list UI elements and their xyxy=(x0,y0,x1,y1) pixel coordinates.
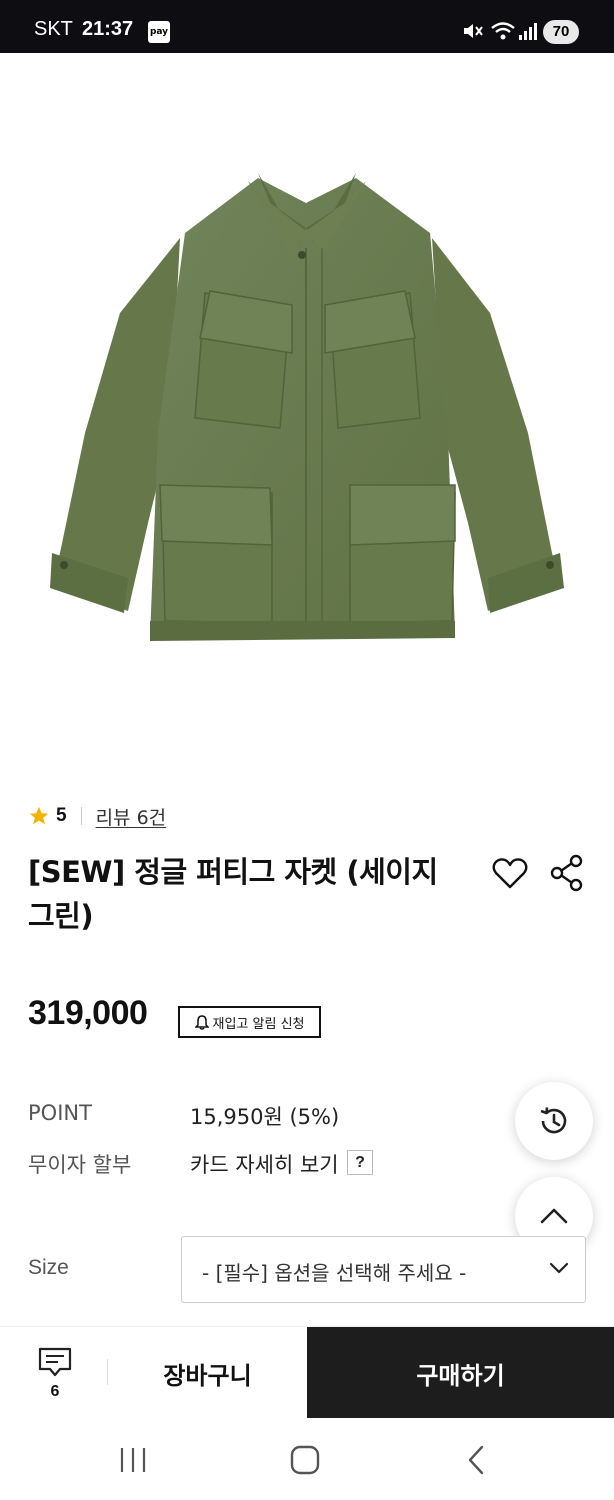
back-icon[interactable] xyxy=(466,1445,486,1475)
restock-label: 재입고 알림 신청 xyxy=(212,1016,305,1032)
pay-icon: pay xyxy=(148,21,170,43)
comment-icon xyxy=(38,1347,72,1377)
size-label: Size xyxy=(28,1256,69,1279)
mute-icon xyxy=(464,24,483,38)
product-title: [SEW] 정글 퍼티그 자켓 (세이지 그린) xyxy=(28,855,438,933)
star-icon xyxy=(29,806,49,825)
status-bar: SKT 21:37 pay 70 xyxy=(0,0,614,53)
wifi-icon xyxy=(491,22,515,40)
rating-score: 5 xyxy=(56,805,67,826)
battery-indicator: 70 xyxy=(543,20,579,44)
recently-viewed-button[interactable] xyxy=(515,1082,593,1160)
product-image[interactable] xyxy=(0,53,614,770)
size-select-placeholder: - [필수] 옵션을 선택해 주세요 - xyxy=(202,1261,467,1285)
history-icon xyxy=(540,1107,567,1134)
size-select[interactable]: - [필수] 옵션을 선택해 주세요 - xyxy=(181,1236,586,1303)
signal-icon xyxy=(519,23,537,40)
share-button[interactable] xyxy=(548,853,586,893)
point-label: POINT xyxy=(28,1101,92,1125)
bell-icon xyxy=(194,1014,209,1030)
carrier-label: SKT xyxy=(34,18,73,40)
installment-label: 무이자 할부 xyxy=(28,1153,132,1177)
restock-alert-button[interactable]: 재입고 알림 신청 xyxy=(178,1006,321,1038)
wishlist-button[interactable] xyxy=(490,853,530,893)
point-value: 15,950원 (5%) xyxy=(190,1105,340,1129)
comments-button[interactable]: 6 xyxy=(30,1345,80,1405)
share-icon xyxy=(550,854,583,892)
purchase-bar: 6 장바구니 구매하기 xyxy=(0,1326,614,1419)
divider xyxy=(80,807,82,825)
help-button[interactable]: ? xyxy=(347,1150,373,1175)
heart-icon xyxy=(492,858,528,889)
recent-apps-icon[interactable] xyxy=(118,1446,148,1474)
card-details-link[interactable]: 카드 자세히 보기 xyxy=(190,1149,339,1179)
product-price: 319,000 xyxy=(28,994,148,1032)
clock: 21:37 xyxy=(82,18,134,40)
add-to-cart-button[interactable]: 장바구니 xyxy=(108,1327,307,1419)
system-nav-bar xyxy=(0,1418,614,1500)
home-icon[interactable] xyxy=(290,1445,320,1475)
chevron-up-icon xyxy=(540,1208,568,1224)
review-count-link[interactable]: 리뷰 6건 xyxy=(96,803,167,830)
rating-row: 5 리뷰 6건 xyxy=(28,802,166,830)
comment-count: 6 xyxy=(50,1383,60,1400)
chevron-down-icon xyxy=(549,1262,569,1274)
jacket-illustration xyxy=(50,173,564,641)
buy-now-button[interactable]: 구매하기 xyxy=(307,1327,614,1419)
